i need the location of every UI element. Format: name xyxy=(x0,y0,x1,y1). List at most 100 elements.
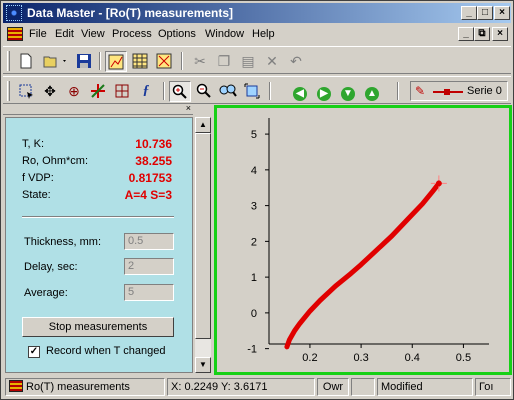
maximize-button[interactable]: □ xyxy=(477,6,493,20)
series-marker-swatch xyxy=(444,89,450,95)
plot-canvas[interactable]: -1 0 1 2 3 4 5 0.2 0.3 0.4 0.5 xyxy=(217,108,509,372)
menu-file[interactable]: File xyxy=(29,28,47,40)
toolbar-separator xyxy=(397,82,399,100)
menu-process[interactable]: Process xyxy=(112,28,152,40)
toolbar-separator xyxy=(99,52,101,70)
plot-area[interactable]: -1 0 1 2 3 4 5 0.2 0.3 0.4 0.5 xyxy=(214,105,512,375)
status-modified: Modified xyxy=(377,378,473,396)
toolbar-grip[interactable] xyxy=(7,51,10,71)
status-extra: Гоı xyxy=(475,378,511,396)
menu-bar: File Edit View Process Options Window He… xyxy=(3,24,511,44)
standard-toolbar: ✂ ❐ ▤ ✕ ↶ xyxy=(3,46,511,74)
toolbar-separator xyxy=(269,82,271,100)
status-doc-name: Ro(T) measurements xyxy=(26,381,130,393)
pointer-icon[interactable] xyxy=(111,81,133,102)
panel-scrollbar[interactable]: ▲ ▼ xyxy=(195,117,211,373)
y-tick-label: 1 xyxy=(251,272,257,284)
data-series-line xyxy=(284,180,442,350)
save-icon[interactable] xyxy=(73,51,95,72)
document-icon xyxy=(9,380,23,392)
status-empty xyxy=(351,378,375,396)
menu-window[interactable]: Window xyxy=(205,28,244,40)
zoom-fit-icon[interactable] xyxy=(217,81,239,102)
menu-options[interactable]: Options xyxy=(158,28,196,40)
y-tick-label: 2 xyxy=(251,236,257,248)
stop-measurements-button[interactable]: Stop measurements xyxy=(22,317,174,337)
series-selector[interactable]: ✎ Serie 0 xyxy=(410,81,508,101)
average-label: Average: xyxy=(24,287,68,299)
cross-icon[interactable] xyxy=(87,81,109,102)
readout-label-t: T, K: xyxy=(22,138,45,150)
delete-icon[interactable]: ✕ xyxy=(261,51,283,72)
panel-divider xyxy=(22,216,174,218)
panel-body: T, K: 10.736 Ro, Ohm*cm: 38.255 f VDP: 0… xyxy=(5,117,193,373)
undo-icon[interactable]: ↶ xyxy=(285,51,307,72)
panel-close-icon[interactable]: × xyxy=(186,104,191,113)
document-icon[interactable] xyxy=(7,27,23,41)
nav-left-icon[interactable]: ◀ xyxy=(289,81,311,102)
zoom-in-icon[interactable] xyxy=(169,81,191,102)
new-icon[interactable] xyxy=(15,51,37,72)
minimize-button[interactable]: _ xyxy=(461,6,477,20)
target-icon[interactable]: ⊕ xyxy=(63,81,85,102)
function-icon[interactable]: ƒ xyxy=(135,81,157,102)
x-tick-label: 0.5 xyxy=(456,352,471,364)
menu-edit[interactable]: Edit xyxy=(55,28,74,40)
x-tick-label: 0.2 xyxy=(302,352,317,364)
thickness-input[interactable]: 0.5 xyxy=(124,233,174,250)
move-icon[interactable]: ✥ xyxy=(39,81,61,102)
record-checkbox[interactable]: ✓ xyxy=(28,346,40,358)
toolbar-grip[interactable] xyxy=(7,81,10,101)
readout-value-t: 10.736 xyxy=(135,137,172,151)
scroll-thumb[interactable] xyxy=(195,133,211,339)
chart-view-icon[interactable] xyxy=(105,51,127,72)
mdi-close-button[interactable]: × xyxy=(492,27,508,41)
app-icon[interactable] xyxy=(6,5,22,21)
mdi-minimize-button[interactable]: _ xyxy=(458,27,474,41)
copy-icon[interactable]: ❐ xyxy=(213,51,235,72)
readout-value-ro: 38.255 xyxy=(135,154,172,168)
series-label: Serie 0 xyxy=(467,85,502,97)
zoom-out-icon[interactable] xyxy=(193,81,215,102)
cursor-marker xyxy=(435,180,442,187)
status-coordinates: X: 0.2249 Y: 3.6171 xyxy=(167,378,315,396)
y-tick-label: 5 xyxy=(251,129,257,141)
panel-header[interactable]: × xyxy=(3,104,193,115)
chart-edit-icon[interactable] xyxy=(153,51,175,72)
mdi-restore-button[interactable]: ⧉ xyxy=(474,27,490,41)
x-tick-label: 0.3 xyxy=(353,352,368,364)
cut-icon[interactable]: ✂ xyxy=(189,51,211,72)
close-button[interactable]: × xyxy=(494,6,510,20)
delay-input[interactable]: 2 xyxy=(124,258,174,275)
app-window: Data Master - [Ro(T) measurements] _ □ ×… xyxy=(0,0,514,400)
thickness-label: Thickness, mm: xyxy=(24,236,102,248)
menu-help[interactable]: Help xyxy=(252,28,275,40)
status-bar: Ro(T) measurements X: 0.2249 Y: 3.6171 O… xyxy=(3,377,511,397)
autoscale-icon[interactable] xyxy=(241,81,263,102)
scroll-down-button[interactable]: ▼ xyxy=(195,357,211,373)
readout-label-state: State: xyxy=(22,189,51,201)
status-document: Ro(T) measurements xyxy=(5,378,165,396)
toolbar-separator xyxy=(181,52,183,70)
readout-label-ro: Ro, Ohm*cm: xyxy=(22,155,89,167)
open-icon[interactable] xyxy=(41,51,71,72)
average-input[interactable]: 5 xyxy=(124,284,174,301)
readout-value-state: A=4 S=3 xyxy=(124,188,172,202)
nav-right-icon[interactable]: ▶ xyxy=(313,81,335,102)
scroll-up-button[interactable]: ▲ xyxy=(195,117,211,133)
measurement-panel: × T, K: 10.736 Ro, Ohm*cm: 38.255 f VDP:… xyxy=(3,104,211,375)
title-bar[interactable]: Data Master - [Ro(T) measurements] _ □ × xyxy=(3,3,511,23)
toolbar-separator xyxy=(163,82,165,100)
y-tick-label: -1 xyxy=(247,344,257,356)
select-icon[interactable] xyxy=(15,81,37,102)
plot-toolbar: ✥ ⊕ ƒ ◀ ▶ ▼ ▲ ✎ Serie 0 xyxy=(3,76,511,104)
pin-icon: ✎ xyxy=(415,84,426,98)
nav-up-icon[interactable]: ▲ xyxy=(361,81,383,102)
window-title: Data Master - [Ro(T) measurements] xyxy=(27,6,234,20)
record-checkbox-label[interactable]: Record when T changed xyxy=(46,345,165,357)
nav-down-icon[interactable]: ▼ xyxy=(337,81,359,102)
menu-view[interactable]: View xyxy=(81,28,105,40)
paste-icon[interactable]: ▤ xyxy=(237,51,259,72)
readout-value-fvdp: 0.81753 xyxy=(128,171,172,185)
grid-view-icon[interactable] xyxy=(129,51,151,72)
